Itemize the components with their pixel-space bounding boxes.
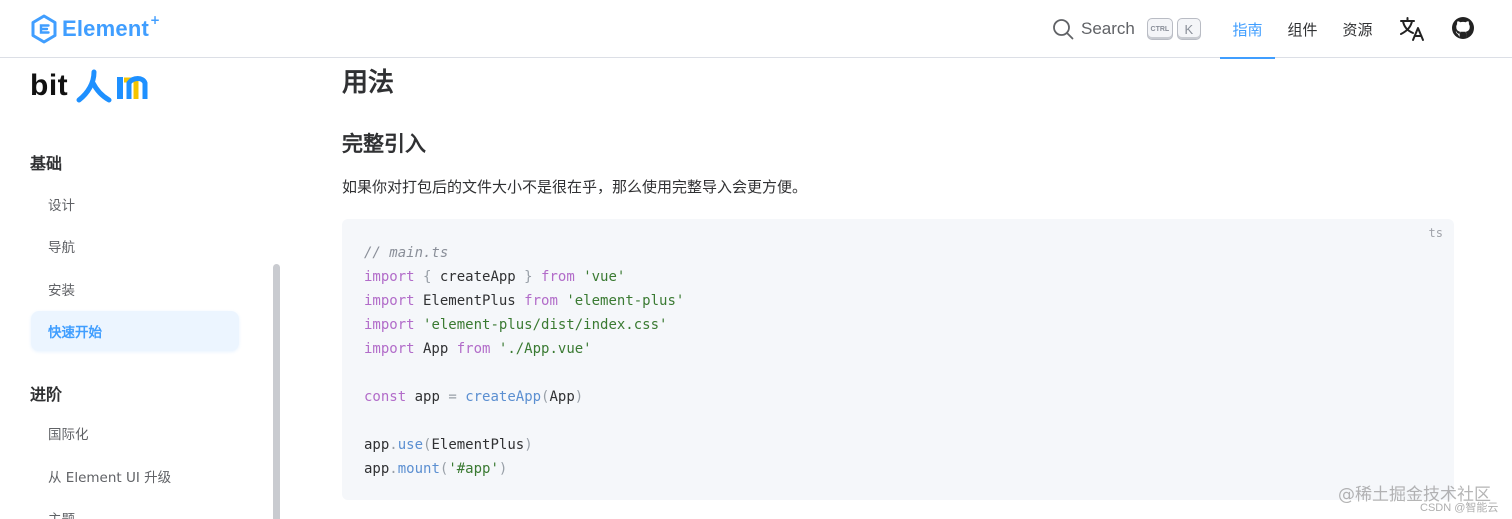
- shortcut-key-k: K: [1176, 18, 1201, 40]
- code-line: import App from './App.vue': [364, 337, 684, 361]
- nav-item-guide[interactable]: 指南: [1220, 0, 1275, 59]
- sponsor-logo-text: bit: [30, 69, 69, 102]
- code-line: const app = createApp(App): [364, 385, 684, 409]
- code-token: ElementPlus: [414, 293, 525, 309]
- sidebar: bit 基础 设计 导航 安装 快速开始 进阶 国际化 从 Element UI…: [0, 58, 282, 519]
- shortcut-key-ctrl: CTRL: [1146, 18, 1173, 40]
- code-line: import 'element-plus/dist/index.css': [364, 313, 684, 337]
- code-token: ): [498, 461, 508, 477]
- element-hexagon-icon: [31, 14, 57, 44]
- m-mark-icon: [117, 76, 148, 99]
- sidebar-item-quickstart[interactable]: 快速开始: [31, 311, 239, 351]
- code-token: from: [541, 269, 575, 285]
- sidebar-item-label: 安装: [48, 283, 75, 299]
- nav-item-components[interactable]: 组件: [1275, 0, 1330, 58]
- brand-name: Element: [62, 16, 149, 41]
- sidebar-item-design[interactable]: 设计: [31, 184, 239, 224]
- code-token: createApp: [465, 389, 542, 405]
- section-title: 完整引入: [342, 132, 426, 156]
- code-token: app: [364, 437, 390, 453]
- top-header: Element + Search CTRL K 指南 组件 资源: [0, 0, 1512, 59]
- sidebar-item-upgrade[interactable]: 从 Element UI 升级: [31, 456, 239, 496]
- search-label: Search: [1081, 19, 1135, 38]
- page-title: 用法: [342, 68, 395, 98]
- code-token: '#app': [448, 461, 499, 477]
- top-nav: 指南 组件 资源: [1220, 0, 1385, 59]
- watermark-csdn: CSDN @智能云: [1420, 502, 1499, 514]
- code-token: ): [574, 389, 584, 405]
- sidebar-item-label: 主题: [48, 508, 75, 519]
- code-token: './App.vue': [498, 341, 592, 357]
- code-token: app: [406, 389, 449, 405]
- code-token: =: [448, 389, 457, 405]
- code-token: app: [364, 461, 390, 477]
- code-line: // main.ts: [364, 241, 684, 265]
- code-token: import: [364, 269, 415, 285]
- code-token: import: [364, 293, 415, 309]
- nav-item-resources[interactable]: 资源: [1330, 0, 1385, 58]
- sidebar-item-label: 设计: [48, 198, 75, 214]
- code-token: from: [456, 341, 491, 357]
- github-icon[interactable]: [1451, 16, 1475, 40]
- code-token: createApp: [431, 269, 525, 285]
- sidebar-item-label: 快速开始: [48, 325, 102, 341]
- code-token: 'element-plus/dist/index.css': [423, 317, 668, 333]
- code-content[interactable]: // main.ts import { createApp } from 'vue…: [364, 241, 684, 481]
- code-token: mount: [397, 461, 440, 477]
- code-token: .: [389, 437, 398, 453]
- code-token: use: [397, 437, 424, 453]
- code-line: import { createApp } from 'vue': [364, 265, 684, 289]
- person-figure-icon: [76, 69, 112, 103]
- code-token: ElementPlus: [431, 437, 525, 453]
- sidebar-item-label: 导航: [48, 240, 75, 256]
- code-token: }: [524, 269, 533, 285]
- code-line: import ElementPlus from 'element-plus': [364, 289, 684, 313]
- sidebar-group-advanced: 进阶: [30, 385, 63, 404]
- sidebar-item-navigation[interactable]: 导航: [31, 226, 239, 266]
- code-line: app.mount('#app'): [364, 457, 684, 481]
- code-token: 'element-plus': [566, 293, 685, 309]
- sidebar-group-basics: 基础: [30, 154, 63, 173]
- brand-plus: +: [149, 13, 161, 27]
- element-logo[interactable]: Element +: [30, 13, 160, 45]
- code-line: app.use(ElementPlus): [364, 433, 684, 457]
- sidebar-item-label: 从 Element UI 升级: [48, 470, 172, 486]
- code-token: const: [364, 389, 407, 405]
- sponsor-logo[interactable]: bit: [30, 68, 152, 104]
- code-token: App: [549, 389, 575, 405]
- code-block: ts // main.ts import { createApp } from '…: [342, 219, 1454, 500]
- search-button[interactable]: Search CTRL K: [1052, 16, 1201, 42]
- code-token: import: [364, 317, 415, 333]
- sidebar-item-install[interactable]: 安装: [31, 269, 239, 309]
- sidebar-item-label: 国际化: [48, 427, 89, 443]
- intro-paragraph: 如果你对打包后的文件大小不是很在乎，那么使用完整导入会更方便。: [342, 178, 808, 196]
- code-token: .: [389, 461, 398, 477]
- search-icon: [1053, 19, 1074, 40]
- code-token: from: [524, 293, 558, 309]
- code-language-label: ts: [1428, 226, 1443, 240]
- code-token: 'vue': [583, 269, 626, 285]
- sidebar-item-theme[interactable]: 主题: [31, 498, 239, 519]
- code-token: ): [524, 437, 533, 453]
- sidebar-scrollbar[interactable]: [273, 264, 280, 519]
- code-token: // main.ts: [364, 245, 449, 261]
- code-token: App: [414, 341, 457, 357]
- translate-icon[interactable]: [1399, 16, 1425, 42]
- code-token: import: [364, 341, 415, 357]
- sidebar-item-i18n[interactable]: 国际化: [31, 413, 239, 453]
